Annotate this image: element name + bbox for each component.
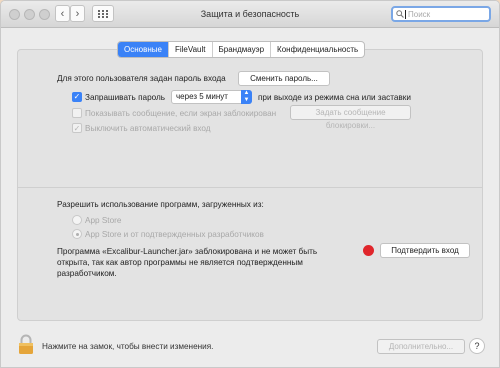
radio-app-store-identified-label: App Store и от подтвержденных разработчи… <box>85 230 264 239</box>
back-button[interactable]: ‹ <box>55 5 70 22</box>
alert-dot <box>363 245 374 256</box>
section-divider <box>17 187 483 188</box>
radio-app-store-label: App Store <box>85 216 122 225</box>
radio-app-store[interactable] <box>72 215 82 225</box>
require-password-delay-value: через 5 минут <box>176 92 228 101</box>
tab-firewall[interactable]: Брандмауэр <box>213 42 272 57</box>
show-all-button[interactable] <box>92 5 114 22</box>
search-placeholder: Поиск <box>408 9 431 19</box>
lock-hint-text: Нажмите на замок, чтобы внести изменения… <box>42 342 214 351</box>
require-password-suffix: при выходе из режима сна или заставки <box>258 93 411 102</box>
zoom-window-button[interactable] <box>39 9 50 20</box>
require-password-delay-select[interactable]: через 5 минут ▲ ▼ <box>171 90 252 104</box>
show-message-checkbox[interactable] <box>72 108 82 118</box>
chevron-updown-icon: ▲ ▼ <box>241 90 252 104</box>
tab-general[interactable]: Основные <box>118 42 169 57</box>
lock-icon[interactable] <box>18 334 34 355</box>
require-password-checkbox[interactable]: ✓ <box>72 92 82 102</box>
chevron-right-icon: › <box>75 7 80 20</box>
disable-autologin-label: Выключить автоматический вход <box>85 124 211 133</box>
tab-privacy[interactable]: Конфиденциальность <box>271 42 364 57</box>
disable-autologin-checkbox[interactable]: ✓ <box>72 123 82 133</box>
set-lock-message-button[interactable]: Задать сообщение блокировки... <box>290 105 411 130</box>
window-title: Защита и безопасность <box>200 9 300 19</box>
change-password-button[interactable]: Сменить пароль... <box>238 71 330 86</box>
show-message-label: Показывать сообщение, если экран заблоки… <box>85 109 277 118</box>
text-caret <box>405 9 406 19</box>
grid-icon <box>98 9 108 18</box>
radio-app-store-identified[interactable] <box>72 229 82 239</box>
search-icon <box>396 10 404 18</box>
minimize-window-button[interactable] <box>24 9 35 20</box>
chevron-left-icon: ‹ <box>60 7 65 20</box>
allow-apps-heading: Разрешить использование программ, загруж… <box>57 200 264 209</box>
password-set-label: Для этого пользователя задан пароль вход… <box>57 74 226 83</box>
preferences-window: ‹ › Защита и безопасность Поиск Основные… <box>0 0 500 368</box>
close-window-button[interactable] <box>9 9 20 20</box>
tab-bar: Основные FileVault Брандмауэр Конфиденци… <box>117 41 366 58</box>
require-password-label: Запрашивать пароль <box>85 93 166 102</box>
open-anyway-button[interactable]: Подтвердить вход <box>380 243 470 258</box>
title-bar: ‹ › Защита и безопасность Поиск <box>1 1 499 28</box>
blocked-app-message: Программа «Excalibur-Launcher.jar» забло… <box>57 247 318 278</box>
search-field[interactable]: Поиск <box>391 6 491 22</box>
forward-button[interactable]: › <box>70 5 85 22</box>
help-button[interactable]: ? <box>469 338 485 354</box>
tab-filevault[interactable]: FileVault <box>169 42 213 57</box>
advanced-button[interactable]: Дополнительно... <box>377 339 465 354</box>
